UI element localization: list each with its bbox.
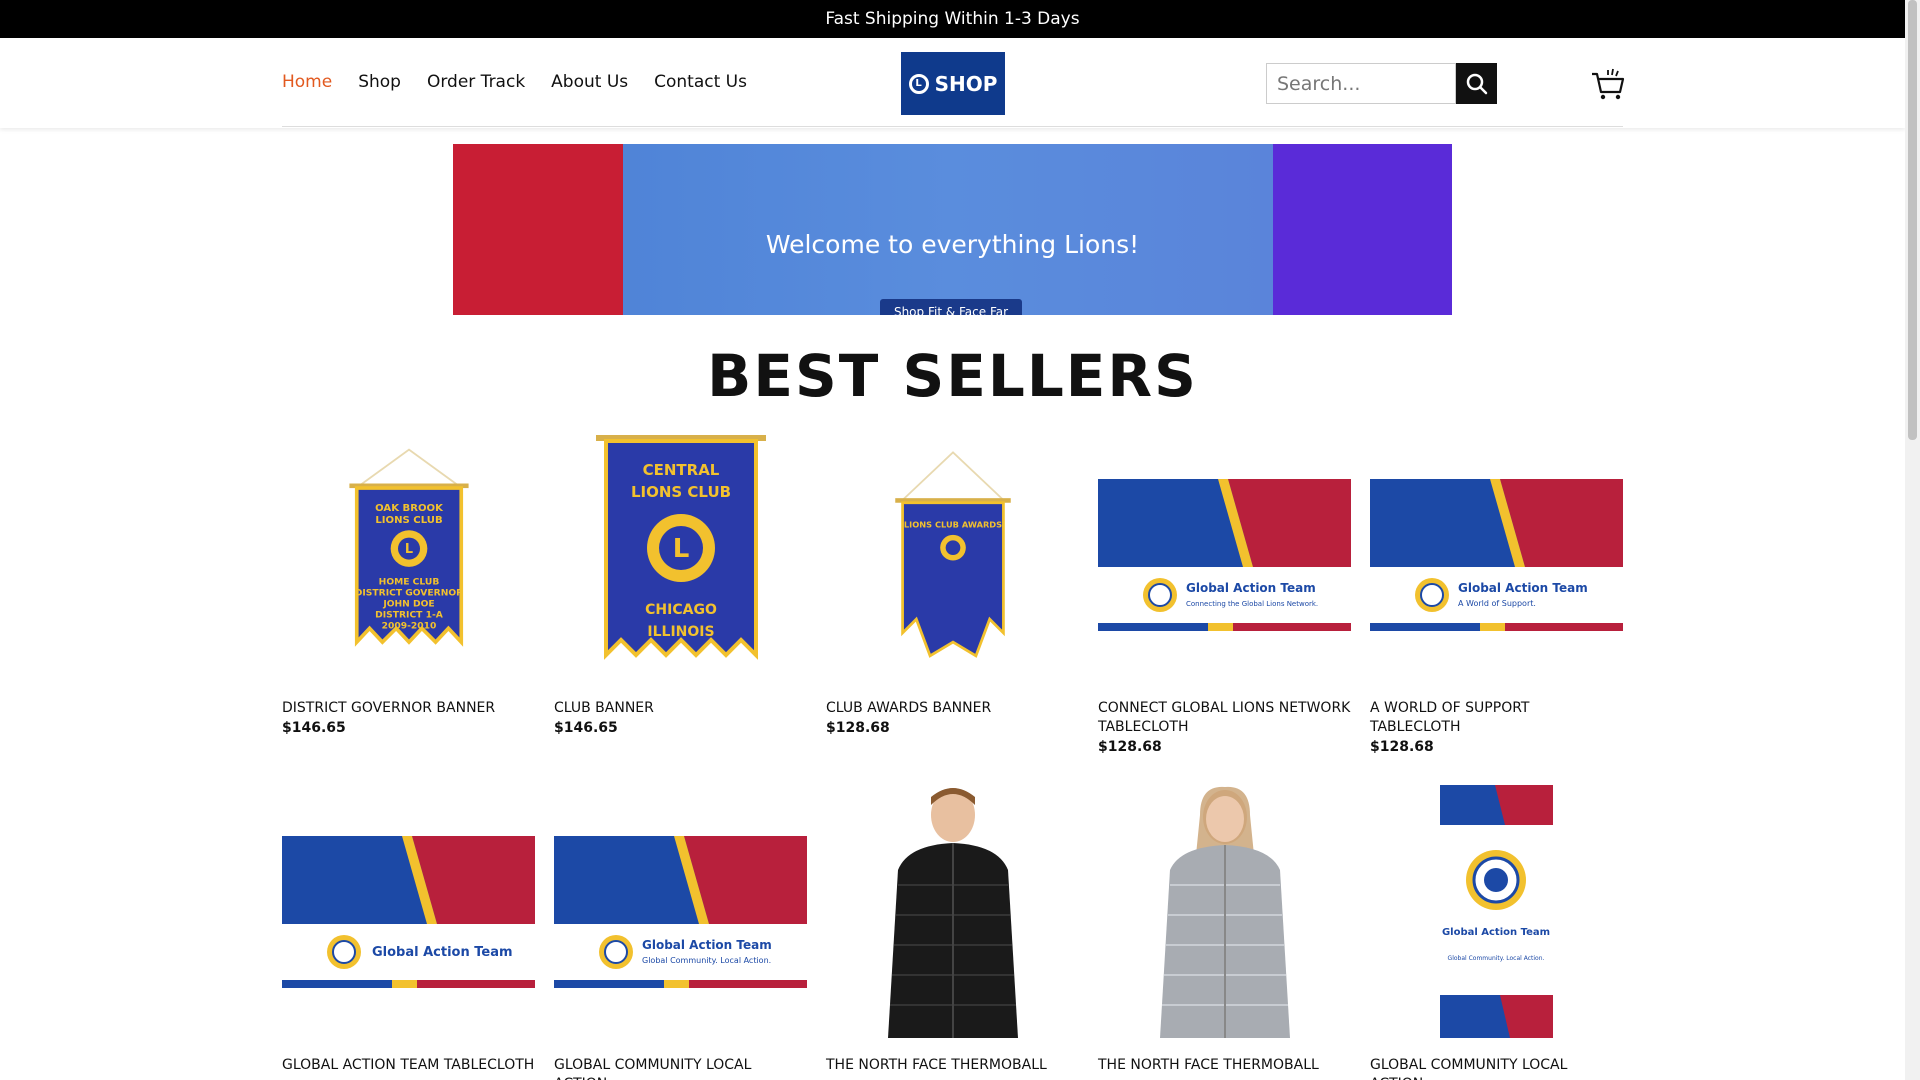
tablecloth-image: Global Action Team [282,835,535,988]
product-name[interactable]: GLOBAL COMMUNITY LOCAL ACTION [554,1056,807,1080]
product-name[interactable]: CLUB AWARDS BANNER [826,699,1079,718]
svg-text:ILLINOIS: ILLINOIS [647,624,714,640]
product-card[interactable]: THE NORTH FACE THERMOBALL [826,785,1079,1080]
site-header: Home Shop Order Track About Us Contact U… [0,38,1905,128]
tablecloth-image: Global Action Team A World of Support. [1370,478,1623,631]
svg-text:JOHN DOE: JOHN DOE [382,598,434,609]
svg-text:Global Community. Local Action: Global Community. Local Action. [1448,955,1545,962]
product-name[interactable]: GLOBAL ACTION TEAM TABLECLOTH [282,1056,535,1075]
svg-text:LIONS CLUB AWARDS: LIONS CLUB AWARDS [903,519,1001,529]
logo-text: SHOP [934,71,998,96]
announcement-text: Fast Shipping Within 1-3 Days [825,9,1080,29]
product-grid: OAK BROOK LIONS CLUB L HOME CLUB DISTRIC… [282,428,1623,1080]
svg-text:CENTRAL: CENTRAL [642,461,719,479]
svg-text:HOME CLUB: HOME CLUB [378,576,439,587]
tablecloth-image: Global Action Team Global Community. Loc… [554,835,807,988]
product-price: $128.68 [826,720,890,736]
pennant-banner-image: LIONS CLUB AWARDS [894,450,1011,658]
svg-text:L: L [404,542,412,557]
product-image[interactable]: OAK BROOK LIONS CLUB L HOME CLUB DISTRIC… [282,428,535,681]
svg-text:Global Community. Local Action: Global Community. Local Action. [642,956,771,965]
product-price: $128.68 [1098,739,1162,755]
product-name[interactable]: DISTRICT GOVERNOR BANNER [282,699,535,718]
main-nav: Home Shop Order Track About Us Contact U… [282,72,747,92]
product-name[interactable]: THE NORTH FACE THERMOBALL [1098,1056,1351,1075]
svg-text:Global Action Team: Global Action Team [642,938,772,952]
svg-text:LIONS CLUB: LIONS CLUB [375,514,442,525]
cart-button[interactable] [1590,66,1626,102]
svg-text:Connecting the Global Lions Ne: Connecting the Global Lions Network. [1186,600,1318,608]
vertical-banner-image: Global Action Team Global Community. Loc… [1440,785,1553,1038]
svg-text:Global Action Team: Global Action Team [1458,581,1588,595]
svg-text:L: L [672,534,689,564]
search-icon [1466,73,1487,94]
svg-text:2009-2010: 2009-2010 [381,620,436,631]
scrollbar-thumb[interactable] [1908,0,1917,440]
product-card[interactable]: Global Action Team GLOBAL ACTION TEAM TA… [282,785,535,1080]
hero-banner[interactable]: Welcome to everything Lions! Shop Fit & … [453,144,1452,315]
product-image[interactable]: Global Action Team [282,785,535,1038]
svg-text:LIONS CLUB: LIONS CLUB [630,483,730,501]
shopping-cart-icon [1592,68,1625,100]
lions-emblem-icon: L [908,73,929,94]
product-card[interactable]: Global Action Team Connecting the Global… [1098,428,1351,755]
product-image[interactable]: Global Action Team Global Community. Loc… [1370,785,1623,1038]
product-price: $146.65 [554,720,618,736]
grey-jacket-image [1159,786,1290,1038]
product-image[interactable]: Global Action Team Global Community. Loc… [554,785,807,1038]
announcement-bar: Fast Shipping Within 1-3 Days [0,0,1905,38]
tablecloth-image: Global Action Team Connecting the Global… [1098,478,1351,631]
nav-order-track[interactable]: Order Track [427,72,525,92]
site-logo[interactable]: L SHOP [901,52,1005,115]
product-price: $128.68 [1370,739,1434,755]
svg-text:OAK BROOK: OAK BROOK [375,503,444,514]
product-image[interactable]: Global Action Team A World of Support. [1370,428,1623,681]
search-button[interactable] [1456,63,1497,104]
product-card[interactable]: LIONS CLUB AWARDS CLUB AWARDS BANNER $12… [826,428,1079,755]
hero-message: Welcome to everything Lions! [765,230,1140,259]
product-card[interactable]: Global Action Team Global Community. Loc… [554,785,807,1080]
product-name[interactable]: A WORLD OF SUPPORT TABLECLOTH [1370,699,1623,737]
pennant-banner-image: CENTRAL LIONS CLUB L CHICAGO ILLINOIS [595,434,766,660]
svg-text:DISTRICT GOVERNOR: DISTRICT GOVERNOR [354,587,462,598]
product-name[interactable]: GLOBAL COMMUNITY LOCAL ACTION [1370,1056,1623,1080]
product-card[interactable]: THE NORTH FACE THERMOBALL [1098,785,1351,1080]
nav-contact-us[interactable]: Contact Us [654,72,747,92]
svg-text:Global Action Team: Global Action Team [1442,927,1550,938]
product-name[interactable]: THE NORTH FACE THERMOBALL [826,1056,1079,1075]
product-name[interactable]: CONNECT GLOBAL LIONS NETWORK TABLECLOTH [1098,699,1351,737]
hero-shop-button[interactable]: Shop Fit & Face Far [880,299,1022,315]
section-title: BEST SELLERS [707,342,1198,410]
svg-text:Global Action Team: Global Action Team [372,945,513,960]
product-image[interactable]: CENTRAL LIONS CLUB L CHICAGO ILLINOIS [554,428,807,681]
search-input[interactable] [1266,63,1456,104]
svg-text:CHICAGO: CHICAGO [645,602,717,618]
product-image[interactable] [1098,785,1351,1038]
nav-home[interactable]: Home [282,72,332,92]
svg-text:Global Action Team: Global Action Team [1186,581,1316,595]
header-divider [282,126,1623,127]
product-price: $146.65 [282,720,346,736]
product-card[interactable]: Global Action Team Global Community. Loc… [1370,785,1623,1080]
product-image[interactable] [826,785,1079,1038]
svg-text:A World of Support.: A World of Support. [1458,599,1536,608]
product-image[interactable]: LIONS CLUB AWARDS [826,428,1079,681]
page-scrollbar[interactable] [1905,0,1920,1080]
product-card[interactable]: Global Action Team A World of Support. A… [1370,428,1623,755]
product-image[interactable]: Global Action Team Connecting the Global… [1098,428,1351,681]
nav-about-us[interactable]: About Us [551,72,628,92]
black-jacket-image [887,788,1018,1038]
product-name[interactable]: CLUB BANNER [554,699,807,718]
product-card[interactable]: CENTRAL LIONS CLUB L CHICAGO ILLINOIS CL… [554,428,807,755]
pennant-banner-image: OAK BROOK LIONS CLUB L HOME CLUB DISTRIC… [348,447,469,647]
search-form [1266,63,1497,104]
svg-text:DISTRICT 1-A: DISTRICT 1-A [375,609,444,620]
nav-shop[interactable]: Shop [358,72,401,92]
product-card[interactable]: OAK BROOK LIONS CLUB L HOME CLUB DISTRIC… [282,428,535,755]
